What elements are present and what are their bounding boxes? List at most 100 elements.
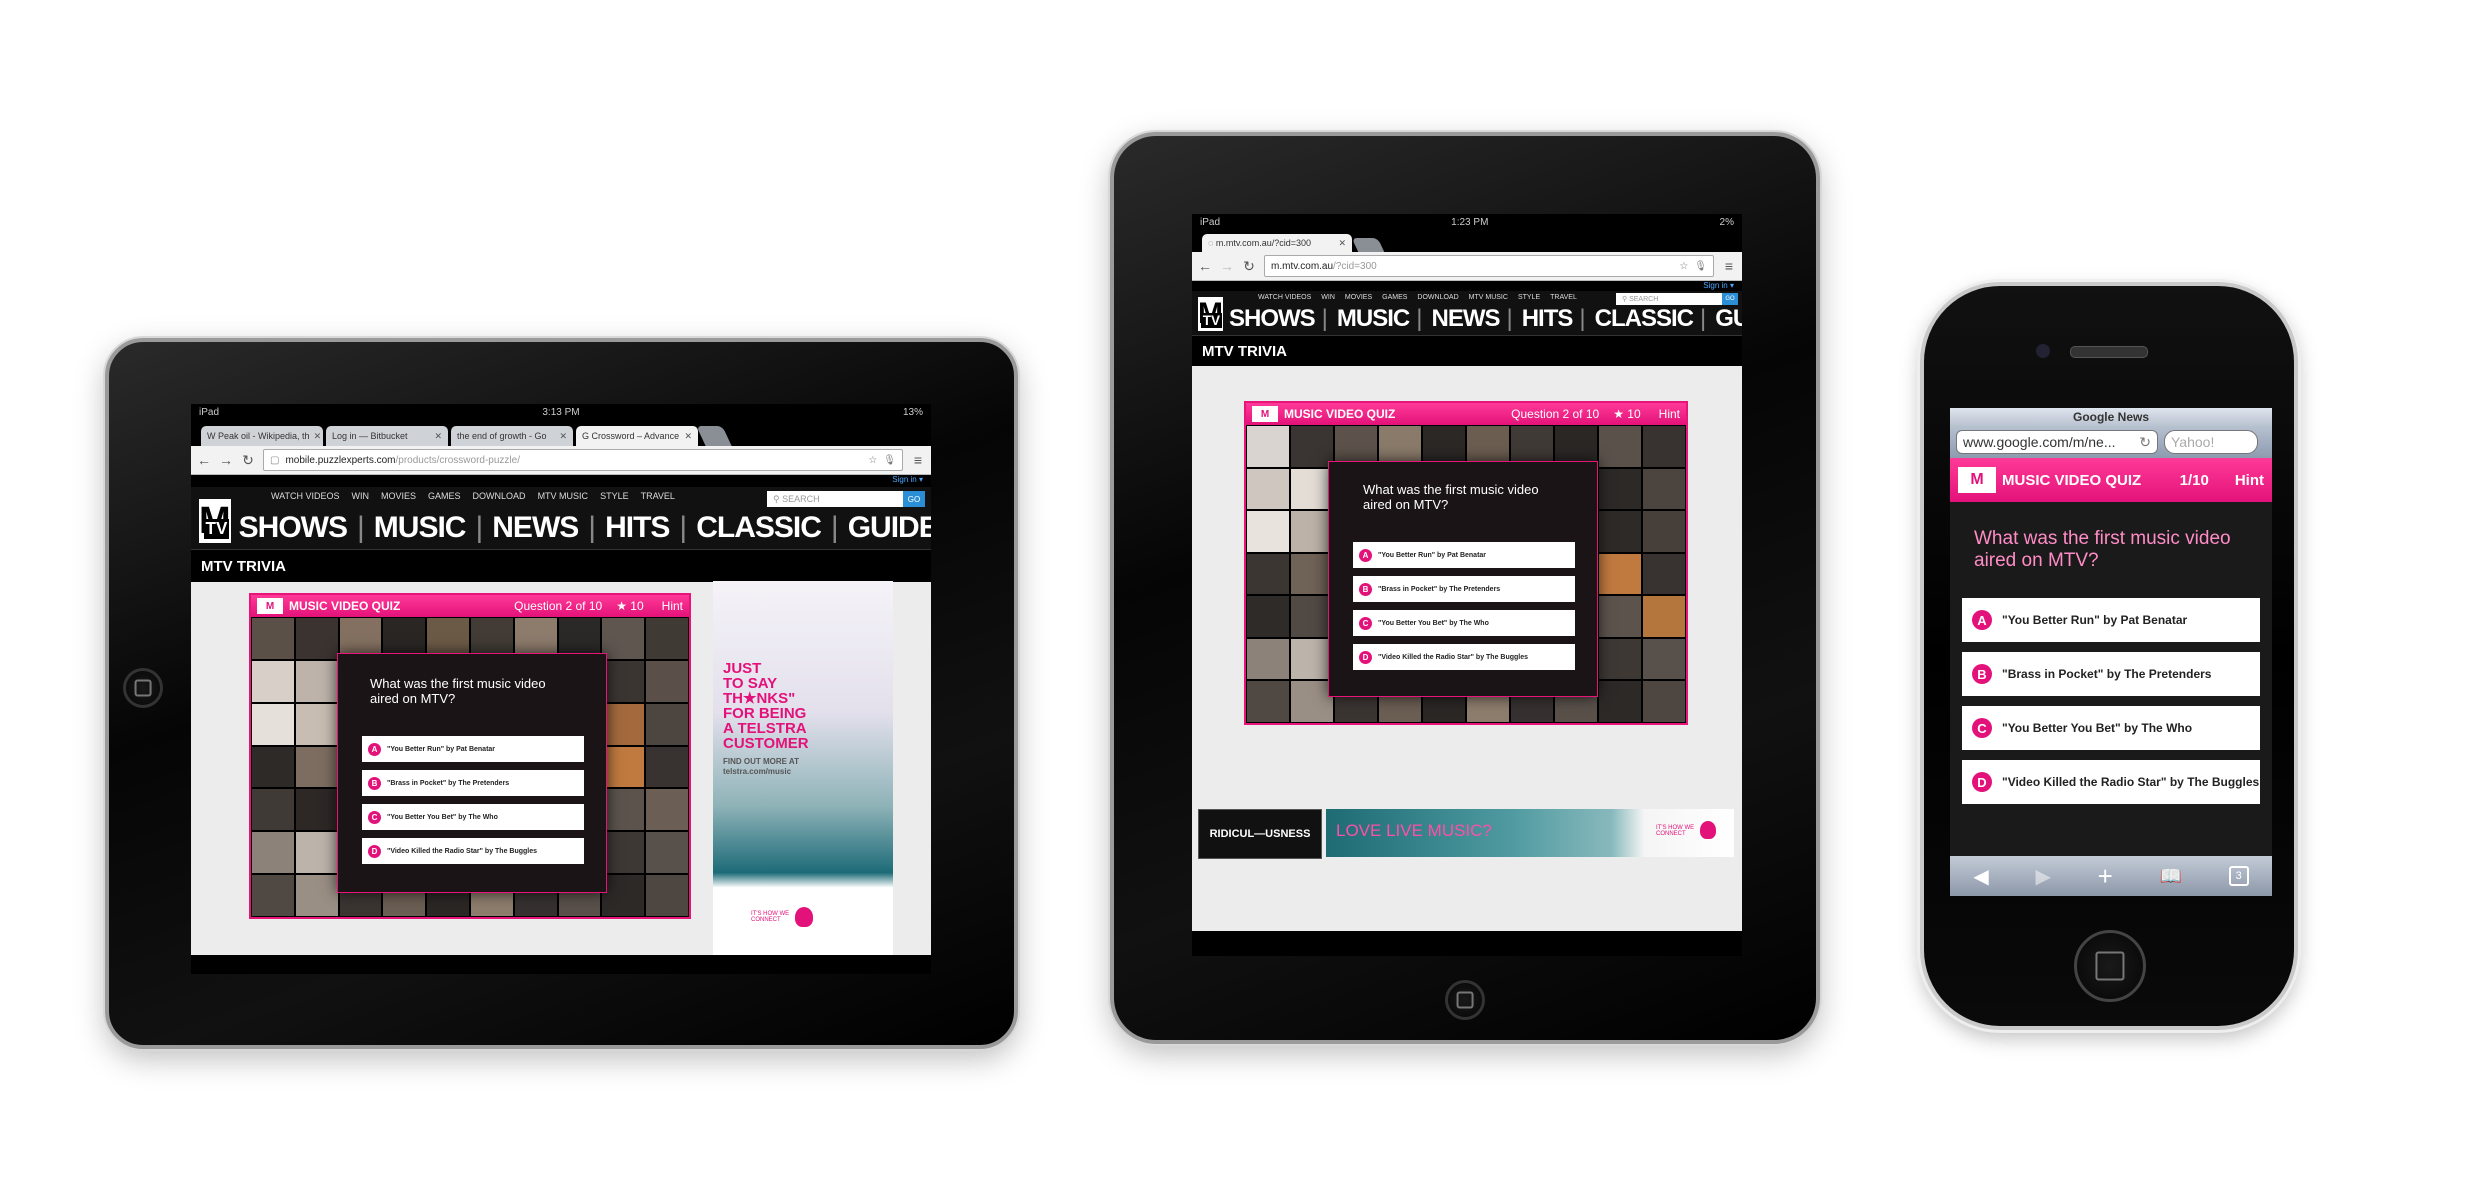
- nav-download[interactable]: DOWNLOAD: [1417, 294, 1458, 301]
- hint-button[interactable]: Hint: [662, 599, 683, 613]
- nav-music[interactable]: MUSIC: [357, 511, 467, 545]
- hint-button[interactable]: Hint: [2235, 472, 2264, 489]
- tabs-icon[interactable]: 3: [2228, 866, 2249, 886]
- search-placeholder: SEARCH: [1629, 295, 1659, 303]
- new-tab-button[interactable]: [1351, 238, 1385, 252]
- address-input[interactable]: m.mtv.com.au/?cid=300 ☆ 🎙: [1264, 255, 1714, 277]
- nav-watch-videos[interactable]: WATCH VIDEOS: [1258, 294, 1311, 301]
- nav-movies[interactable]: MOVIES: [1345, 294, 1372, 301]
- answer-b[interactable]: B "Brass in Pocket" by The Pretenders: [362, 770, 584, 796]
- back-icon[interactable]: ←: [197, 452, 211, 468]
- close-icon[interactable]: ✕: [310, 431, 322, 442]
- answer-d[interactable]: D "Video Killed the Radio Star" by The Bu…: [1962, 760, 2260, 804]
- forward-icon[interactable]: ▶: [2035, 864, 2050, 889]
- search-input[interactable]: Yahoo!: [2164, 430, 2258, 454]
- ridiculousness-banner[interactable]: RIDICUL—USNESS: [1198, 809, 1322, 859]
- menu-icon[interactable]: ≡: [1722, 258, 1736, 274]
- address-input[interactable]: www.google.com/m/ne... ↻: [1956, 430, 2158, 454]
- home-button[interactable]: [1445, 980, 1485, 1020]
- nav-mtv-music[interactable]: MTV MUSIC: [1469, 294, 1508, 301]
- nav-classic[interactable]: CLASSIC: [679, 511, 822, 545]
- answer-c[interactable]: C "You Better You Bet" by The Who: [1962, 706, 2260, 750]
- mic-icon[interactable]: 🎙: [883, 455, 896, 466]
- forward-icon[interactable]: →: [219, 452, 233, 468]
- tab-crossword[interactable]: G Crossword – Advance ✕: [576, 426, 698, 446]
- nav-guide[interactable]: GUIDE: [1700, 305, 1742, 333]
- tab-bitbucket[interactable]: Log in — Bitbucket ✕: [326, 426, 448, 446]
- safari-toolbar: ◀ ▶ + 📖 3: [1950, 856, 2272, 896]
- telstra-ad[interactable]: JUST TO SAY TH★NKS" FOR BEING A TELSTRA …: [713, 581, 893, 955]
- answer-d[interactable]: D "Video Killed the Radio Star" by The Bu…: [1353, 644, 1575, 670]
- nav-news[interactable]: NEWS: [1416, 305, 1500, 333]
- star-icon[interactable]: ☆: [868, 455, 877, 466]
- nav-win[interactable]: WIN: [1321, 294, 1335, 301]
- nav-classic[interactable]: CLASSIC: [1579, 305, 1694, 333]
- nav-travel[interactable]: TRAVEL: [1550, 294, 1577, 301]
- answer-d[interactable]: D "Video Killed the Radio Star" by The Bu…: [362, 838, 584, 864]
- search-input[interactable]: ⚲ SEARCH: [1616, 293, 1722, 305]
- nav-style[interactable]: STYLE: [600, 491, 629, 501]
- answer-a[interactable]: A "You Better Run" by Pat Benatar: [1962, 598, 2260, 642]
- menu-icon[interactable]: ≡: [911, 452, 925, 468]
- nav-watch-videos[interactable]: WATCH VIDEOS: [271, 491, 340, 501]
- nav-shows[interactable]: SHOWS: [239, 511, 348, 545]
- tab-label: Log in — Bitbucket: [332, 431, 408, 441]
- address-input[interactable]: ▢ mobile.puzzlexperts.com/products/cross…: [263, 449, 903, 471]
- search-go-button[interactable]: GO: [903, 491, 925, 507]
- nav-download[interactable]: DOWNLOAD: [473, 491, 526, 501]
- tab-mtv[interactable]: ◌ m.mtv.com.au/?cid=300 ✕: [1202, 234, 1352, 252]
- home-button[interactable]: [123, 668, 163, 708]
- nav-travel[interactable]: TRAVEL: [641, 491, 675, 501]
- close-icon[interactable]: ✕: [430, 431, 442, 442]
- search-box: ⚲ SEARCH GO: [767, 491, 925, 507]
- nav-shows[interactable]: SHOWS: [1229, 305, 1316, 333]
- page-icon: ▢: [270, 454, 280, 466]
- nav-hits[interactable]: HITS: [588, 511, 670, 545]
- home-button[interactable]: [2074, 930, 2146, 1002]
- mtv-logo[interactable]: MTV: [199, 499, 231, 543]
- answer-a[interactable]: A "You Better Run" by Pat Benatar: [362, 736, 584, 762]
- answer-b[interactable]: B "Brass in Pocket" by The Pretenders: [1962, 652, 2260, 696]
- close-icon[interactable]: ✕: [1334, 238, 1346, 249]
- nav-guide[interactable]: GUIDE: [831, 511, 931, 545]
- sign-in-link[interactable]: Sign in ▾: [191, 475, 931, 487]
- sign-in-link[interactable]: Sign in ▾: [1192, 281, 1742, 291]
- tab-end-of-growth[interactable]: the end of growth - Go ✕: [451, 426, 573, 446]
- reload-icon[interactable]: ↻: [241, 452, 255, 469]
- new-tab-button[interactable]: [696, 426, 732, 446]
- search-go-button[interactable]: GO: [1722, 293, 1738, 305]
- telstra-banner[interactable]: LOVE LIVE MUSIC? IT'S HOW WE CONNECT: [1326, 809, 1734, 857]
- nav-style[interactable]: STYLE: [1518, 294, 1540, 301]
- hint-button[interactable]: Hint: [1659, 407, 1680, 421]
- nav-win[interactable]: WIN: [352, 491, 370, 501]
- nav-movies[interactable]: MOVIES: [381, 491, 416, 501]
- close-icon[interactable]: ✕: [680, 431, 692, 442]
- bookmarks-icon[interactable]: 📖: [2159, 866, 2181, 887]
- add-bookmark-icon[interactable]: +: [2098, 861, 2113, 892]
- answer-a[interactable]: A "You Better Run" by Pat Benatar: [1353, 542, 1575, 568]
- answer-c[interactable]: C "You Better You Bet" by The Who: [362, 804, 584, 830]
- answer-c[interactable]: C "You Better You Bet" by The Who: [1353, 610, 1575, 636]
- reload-icon[interactable]: ↻: [1242, 258, 1256, 275]
- answer-b[interactable]: B "Brass in Pocket" by The Pretenders: [1353, 576, 1575, 602]
- tab-peak-oil[interactable]: W Peak oil - Wikipedia, th ✕: [201, 426, 323, 446]
- back-icon[interactable]: ◀: [1973, 864, 1988, 889]
- clock: 3:13 PM: [542, 406, 580, 418]
- mic-icon[interactable]: 🎙: [1694, 261, 1707, 272]
- nav-games[interactable]: GAMES: [428, 491, 461, 501]
- search-input[interactable]: ⚲ SEARCH: [767, 491, 903, 507]
- close-icon[interactable]: ✕: [555, 431, 567, 442]
- back-icon[interactable]: ←: [1198, 258, 1212, 274]
- nav-mtv-music[interactable]: MTV MUSIC: [538, 491, 589, 501]
- nav-games[interactable]: GAMES: [1382, 294, 1407, 301]
- answer-letter: C: [368, 810, 381, 824]
- nav-hits[interactable]: HITS: [1506, 305, 1574, 333]
- device-label: iPad: [1200, 216, 1221, 228]
- nav-music[interactable]: MUSIC: [1322, 305, 1410, 333]
- mtv-logo[interactable]: MTV: [1198, 297, 1223, 331]
- forward-icon[interactable]: →: [1220, 258, 1234, 274]
- nav-news[interactable]: NEWS: [475, 511, 579, 545]
- ad-find-out: FIND OUT MORE AT: [723, 757, 799, 766]
- reload-icon[interactable]: ↻: [2139, 434, 2151, 451]
- star-icon[interactable]: ☆: [1679, 261, 1688, 272]
